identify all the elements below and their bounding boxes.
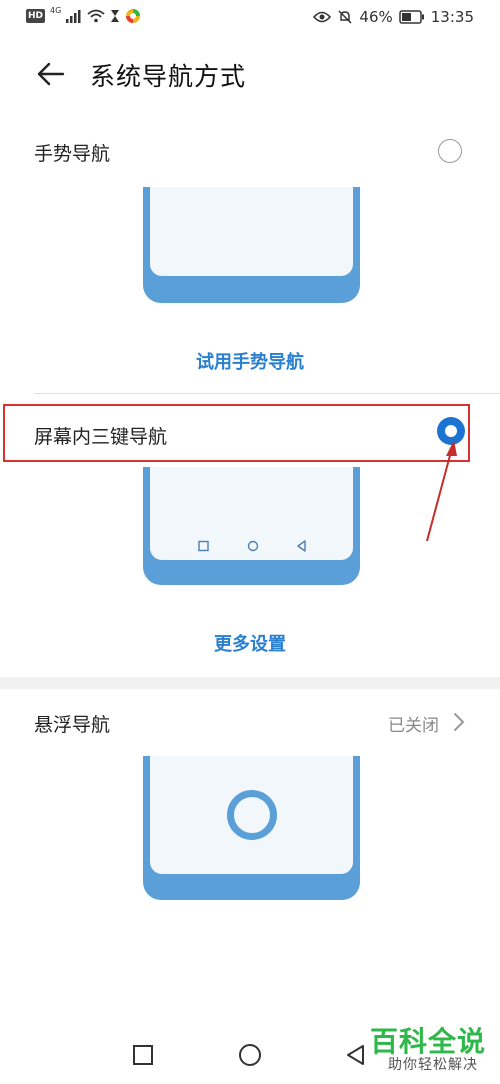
three-key-buttons-icon — [198, 540, 306, 552]
back-arrow-icon[interactable] — [34, 58, 66, 90]
eye-icon — [313, 11, 332, 23]
section-separator — [0, 677, 500, 689]
floating-dock-icon — [227, 790, 277, 840]
divider — [34, 393, 500, 394]
floating-nav-status[interactable]: 已关闭 — [388, 711, 439, 736]
gesture-phone-screen — [150, 187, 353, 276]
annotation-arrow-icon — [426, 440, 457, 542]
battery-percent: 46% — [359, 8, 393, 26]
back-button-icon[interactable] — [344, 1043, 366, 1067]
floating-nav-label[interactable]: 悬浮导航 — [34, 710, 110, 737]
hd-badge: HD — [26, 9, 46, 23]
more-settings-link[interactable]: 更多设置 — [0, 630, 500, 656]
clock: 13:35 — [430, 8, 474, 26]
status-right: 46% 13:35 — [313, 8, 474, 26]
network-type: 4G — [50, 6, 62, 15]
floating-phone-illustration — [143, 756, 360, 900]
home-button-icon[interactable] — [238, 1043, 262, 1067]
battery-icon — [399, 10, 424, 24]
page-title: 系统导航方式 — [90, 62, 247, 91]
watermark-subtitle: 助你轻松解决 — [388, 1057, 478, 1073]
chevron-right-icon[interactable] — [453, 712, 465, 732]
wifi-icon — [87, 9, 105, 23]
signal-icon — [66, 10, 81, 23]
gesture-nav-radio[interactable] — [438, 139, 462, 163]
status-bar: HD 4G 46% 13:35 — [0, 0, 500, 36]
annotation-highlight-box — [3, 404, 470, 462]
recents-button-icon[interactable] — [132, 1044, 154, 1066]
status-left: HD 4G — [26, 6, 141, 24]
three-key-phone-illustration — [143, 467, 360, 585]
hourglass-icon — [111, 10, 120, 22]
app-notification-icon — [126, 9, 141, 23]
gesture-phone-illustration — [143, 187, 360, 303]
try-gesture-link[interactable]: 试用手势导航 — [0, 348, 500, 374]
floating-phone-screen — [150, 756, 353, 874]
three-key-phone-screen — [150, 467, 353, 560]
mute-bell-icon — [338, 10, 352, 24]
gesture-nav-label[interactable]: 手势导航 — [34, 139, 110, 166]
